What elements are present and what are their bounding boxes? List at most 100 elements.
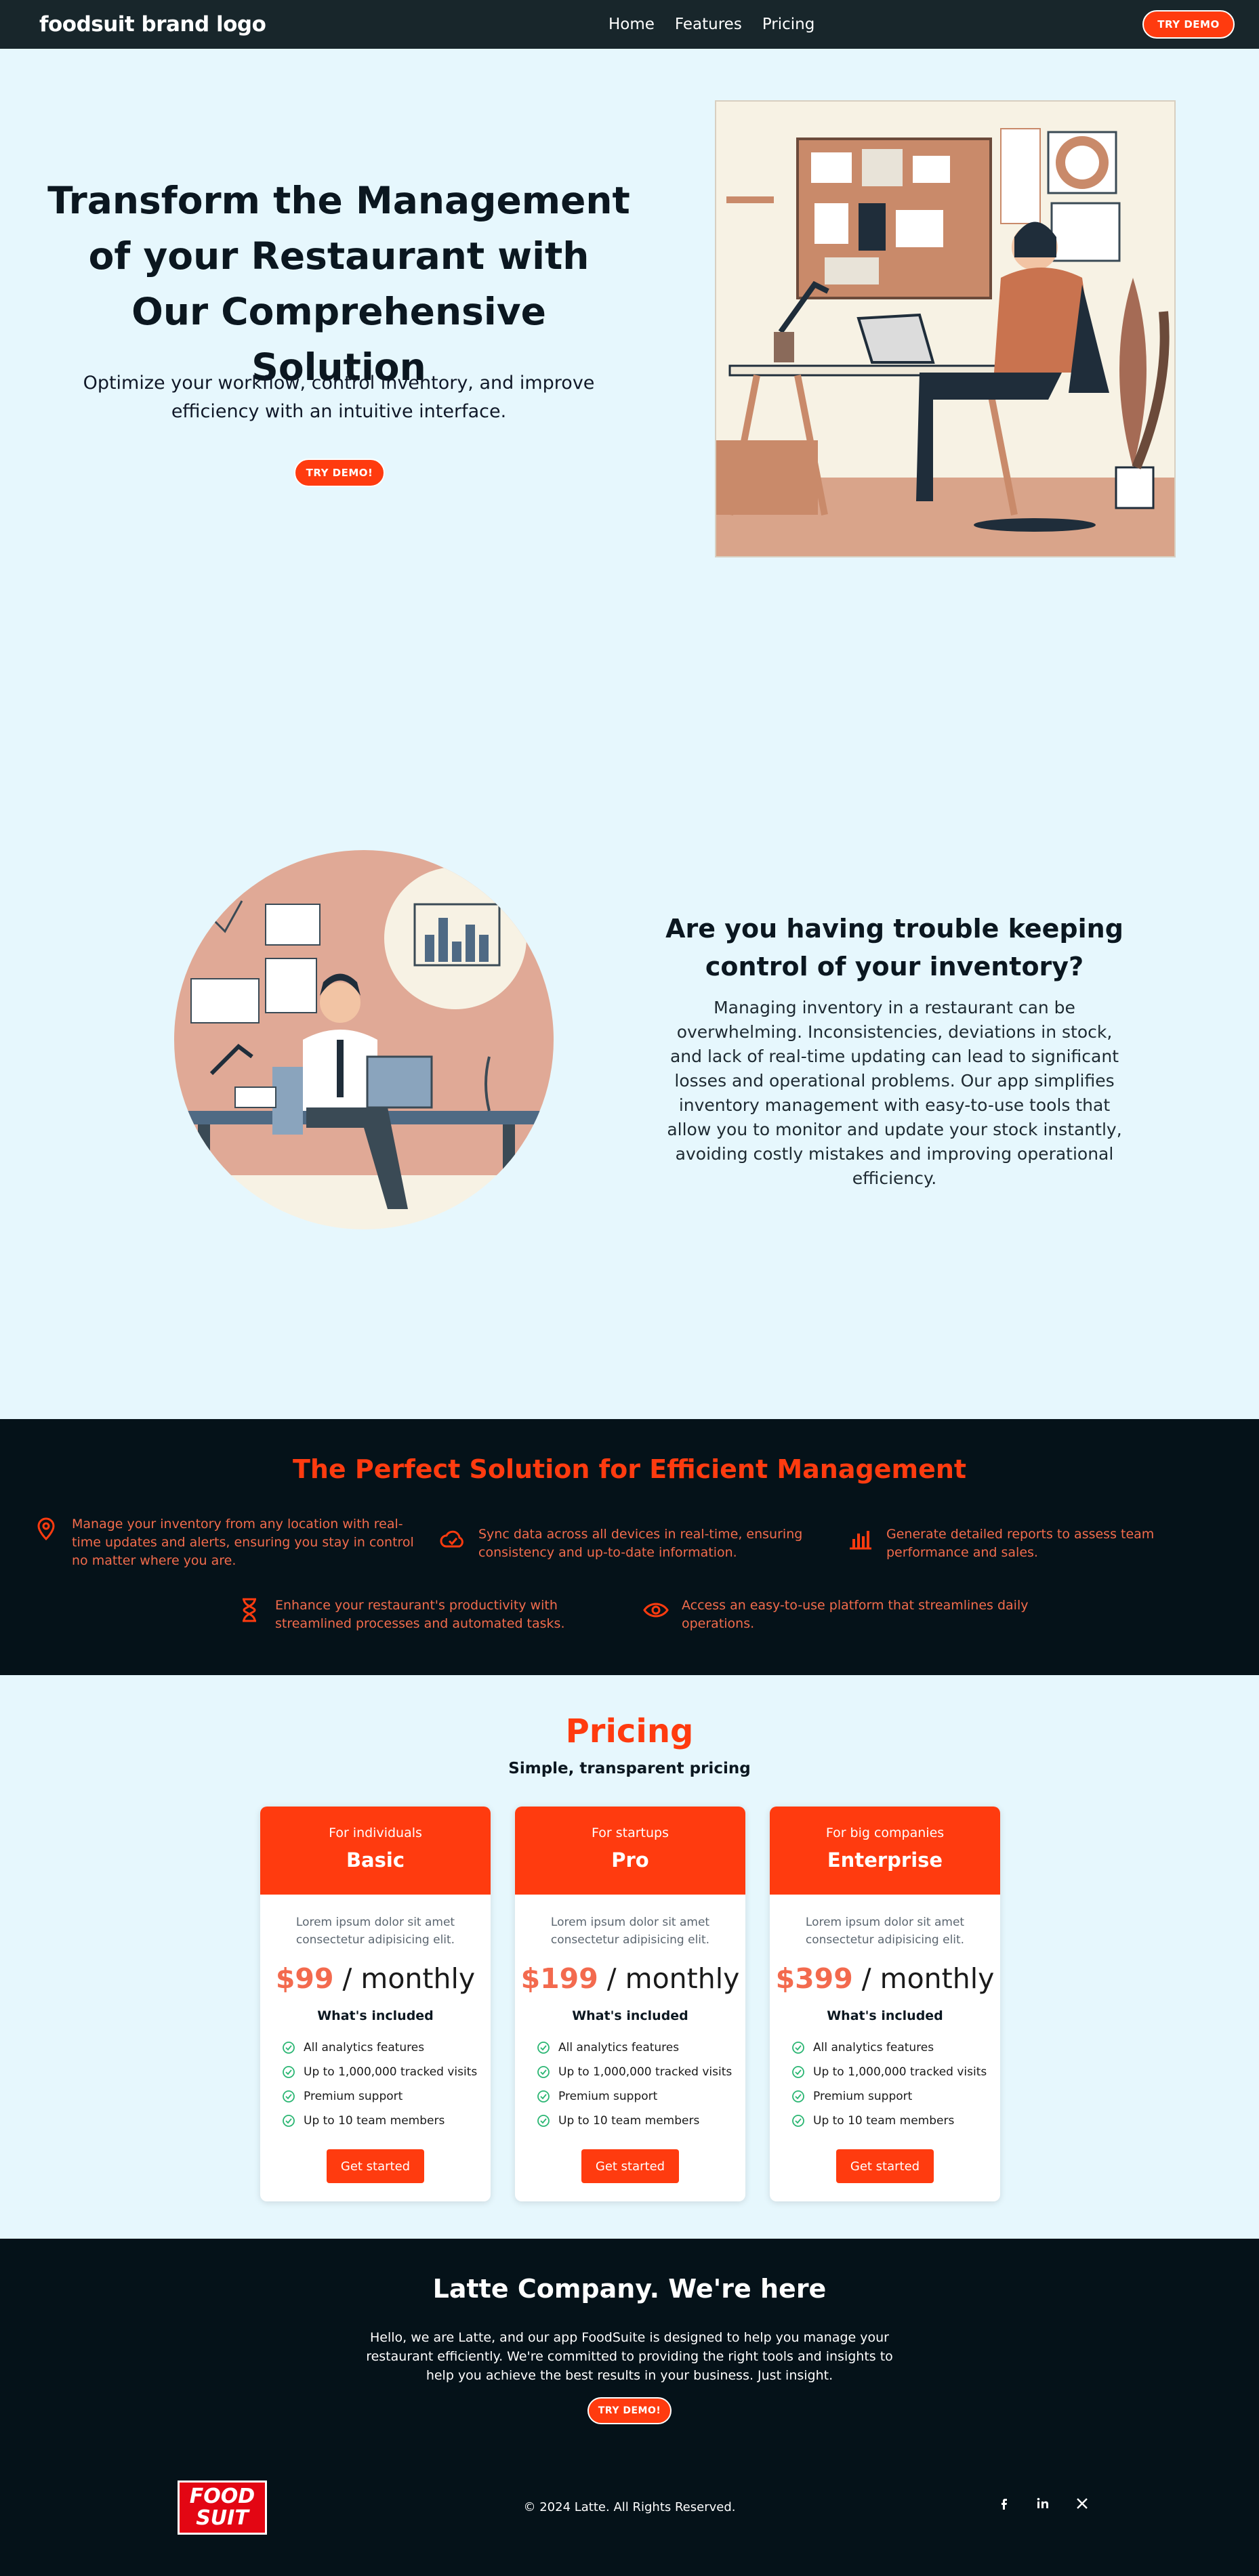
features-title: The Perfect Solution for Efficient Manag… [292,1454,967,1484]
facebook-icon[interactable] [996,2496,1011,2511]
list-item: Premium support [537,2084,745,2109]
feature-text: Manage your inventory from any location … [72,1517,414,1568]
inventory-illustration [171,850,557,1229]
list-item: Up to 10 team members [537,2109,745,2133]
plan-price: $99 / monthly [260,1962,491,1995]
check-circle-icon [283,2090,295,2103]
plan-description: Lorem ipsum dolor sit amet consectetur a… [550,1916,710,1947]
feature-item: Enhance your restaurant's productivity w… [236,1597,615,1633]
price-amount: $199 [520,1962,598,1995]
list-item: Premium support [791,2084,1000,2109]
hourglass-icon [243,1598,256,1622]
nav-link-pricing[interactable]: Pricing [762,16,815,33]
plan-name: Pro [611,1849,649,1872]
feature-label: Premium support [813,2090,913,2103]
plan-feature-list: All analytics features Up to 1,000,000 t… [537,2035,745,2133]
check-circle-icon [283,2115,295,2127]
plan-audience: For big companies [825,1825,945,1840]
nav-links: Home Features Pricing [608,0,814,49]
pricing-card-pro: For startups Pro Lorem ipsum dolor sit a… [515,1807,745,2201]
price-period: / monthly [861,1962,995,1995]
plan-audience: For individuals [329,1825,422,1840]
check-circle-icon [537,2090,550,2103]
feature-label: Premium support [304,2090,403,2103]
check-circle-icon [792,2090,804,2103]
pricing-title: Pricing [565,1712,694,1750]
plan-price: $399 / monthly [770,1962,1000,1995]
hero-subtitle: Optimize your workflow, control inventor… [83,373,595,422]
list-item: Up to 1,000,000 tracked visits [791,2060,1000,2084]
plan-description: Lorem ipsum dolor sit amet consectetur a… [295,1916,455,1947]
footer: Latte Company. We're here Hello, we are … [0,2239,1259,2576]
feature-item: Generate detailed reports to assess team… [847,1525,1240,1562]
check-circle-icon [537,2066,550,2078]
list-item: Up to 10 team members [791,2109,1000,2133]
hero-illustration [715,100,1176,557]
feature-label: Up to 1,000,000 tracked visits [558,2065,732,2079]
list-item: Up to 1,000,000 tracked visits [282,2060,491,2084]
plan-name: Enterprise [827,1849,943,1872]
feature-label: All analytics features [813,2041,934,2054]
feature-item: Manage your inventory from any location … [33,1515,426,1570]
price-period: / monthly [606,1962,740,1995]
included-heading: What's included [827,2008,943,2023]
feature-label: All analytics features [304,2041,425,2054]
eye-icon [643,1603,669,1618]
footer-title: Latte Company. We're here [432,2274,827,2304]
list-item: All analytics features [282,2035,491,2060]
feature-label: Up to 10 team members [813,2114,955,2128]
feature-item: Sync data across all devices in real-tim… [439,1525,819,1562]
hero-try-demo-button[interactable]: TRY DEMO! [294,459,385,487]
list-item: All analytics features [537,2035,745,2060]
included-heading: What's included [317,2008,434,2023]
inventory-section-title: Are you having trouble keeping control o… [665,914,1123,981]
pricing-card-enterprise: For big companies Enterprise Lorem ipsum… [770,1807,1000,2201]
hero-title: Transform the Management of your Restaur… [47,179,630,389]
feature-text: Generate detailed reports to assess team… [886,1527,1155,1560]
location-pin-icon [37,1517,55,1541]
card-header: For individuals Basic [260,1807,491,1895]
get-started-button[interactable]: Get started [581,2149,679,2183]
list-item: Premium support [282,2084,491,2109]
brand-logo[interactable]: foodsuit brand logo [39,12,266,37]
feature-item: Access an easy-to-use platform that stre… [642,1597,1035,1633]
list-item: All analytics features [791,2035,1000,2060]
included-heading: What's included [572,2008,688,2023]
feature-text: Enhance your restaurant's productivity w… [275,1598,565,1631]
nav-link-home[interactable]: Home [608,16,655,33]
top-navbar: foodsuit brand logo Home Features Pricin… [0,0,1259,49]
card-header: For startups Pro [515,1807,745,1895]
check-circle-icon [283,2042,295,2054]
footer-try-demo-button[interactable]: TRY DEMO! [587,2397,672,2424]
feature-label: Up to 1,000,000 tracked visits [813,2065,987,2079]
plan-feature-list: All analytics features Up to 1,000,000 t… [282,2035,491,2133]
plan-description: Lorem ipsum dolor sit amet consectetur a… [805,1916,965,1947]
social-links [996,2496,1090,2511]
pricing-card-basic: For individuals Basic Lorem ipsum dolor … [260,1807,491,2201]
price-amount: $99 [275,1962,334,1995]
plan-price: $199 / monthly [515,1962,745,1995]
linkedin-icon[interactable] [1035,2496,1050,2511]
footer-body: Hello, we are Latte, and our app FoodSui… [366,2330,893,2383]
plan-audience: For startups [592,1825,669,1840]
check-circle-icon [537,2042,550,2054]
feature-label: Premium support [558,2090,658,2103]
check-circle-icon [537,2115,550,2127]
features-section: The Perfect Solution for Efficient Manag… [0,1419,1259,1675]
bar-chart-icon [850,1531,871,1550]
cloud-check-icon [440,1530,463,1548]
feature-label: Up to 1,000,000 tracked visits [304,2065,478,2079]
card-header: For big companies Enterprise [770,1807,1000,1895]
get-started-button[interactable]: Get started [327,2149,424,2183]
pricing-subtitle: Simple, transparent pricing [508,1760,751,1777]
nav-link-features[interactable]: Features [675,16,742,33]
check-circle-icon [792,2066,804,2078]
x-icon[interactable] [1075,2496,1090,2511]
check-circle-icon [283,2066,295,2078]
plan-feature-list: All analytics features Up to 1,000,000 t… [791,2035,1000,2133]
plan-name: Basic [346,1849,405,1872]
price-period: / monthly [342,1962,476,1995]
nav-try-demo-button[interactable]: TRY DEMO [1142,10,1235,39]
get-started-button[interactable]: Get started [836,2149,934,2183]
feature-text: Sync data across all devices in real-tim… [478,1527,803,1560]
